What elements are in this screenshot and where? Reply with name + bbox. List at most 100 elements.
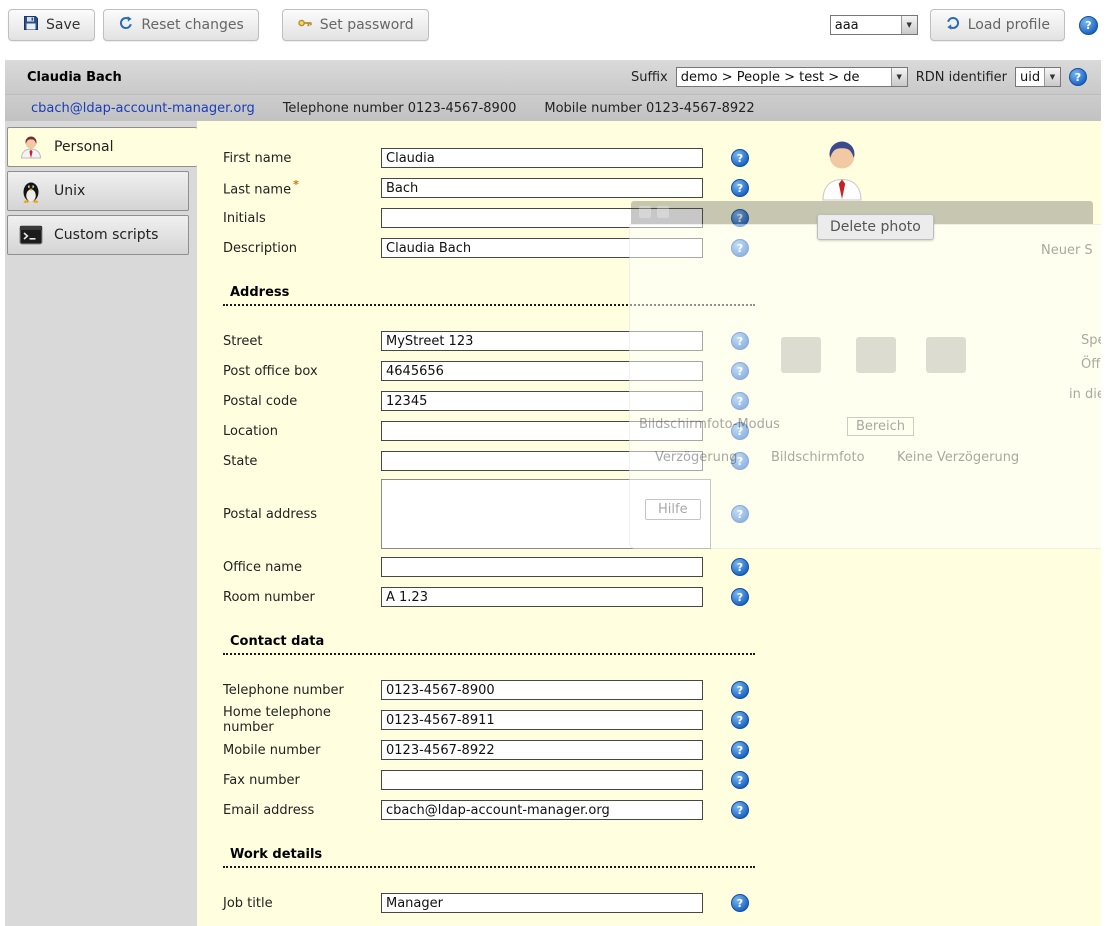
- home-telephone-input[interactable]: [381, 710, 703, 730]
- help-icon[interactable]: ?: [731, 209, 749, 227]
- load-profile-label: Load profile: [968, 17, 1050, 33]
- profile-select[interactable]: aaa ▼: [830, 15, 918, 35]
- initials-input[interactable]: [381, 208, 703, 228]
- help-icon[interactable]: ?: [731, 771, 749, 789]
- field-label: Location: [223, 424, 381, 439]
- rdn-select-value: uid: [1016, 68, 1044, 86]
- email-link[interactable]: cbach@ldap-account-manager.org: [31, 101, 255, 116]
- suffix-label: Suffix: [631, 70, 668, 85]
- state-input[interactable]: [381, 451, 703, 471]
- help-icon[interactable]: ?: [1079, 16, 1098, 35]
- first-name-input[interactable]: [381, 148, 703, 168]
- field-row: Fax number ?: [223, 765, 1101, 795]
- key-icon: [297, 15, 313, 35]
- section-header-contact: Contact data: [223, 634, 755, 655]
- help-icon[interactable]: ?: [731, 588, 749, 606]
- field-row: Telephone number ?: [223, 675, 1101, 705]
- required-marker: *: [293, 178, 299, 191]
- help-icon[interactable]: ?: [1069, 68, 1087, 86]
- help-icon[interactable]: ?: [731, 894, 749, 912]
- field-label: Room number: [223, 590, 381, 605]
- chevron-down-icon: ▼: [901, 16, 917, 34]
- chevron-down-icon: ▼: [891, 68, 907, 86]
- tab-personal[interactable]: Personal: [7, 127, 197, 167]
- rdn-select[interactable]: uid ▼: [1015, 67, 1061, 87]
- help-icon[interactable]: ?: [731, 558, 749, 576]
- main-area: Personal Unix Custom scripts First name: [5, 121, 1101, 926]
- profile-select-value: aaa: [831, 16, 901, 34]
- location-input[interactable]: [381, 421, 703, 441]
- tab-label: Unix: [54, 183, 85, 199]
- suffix-select[interactable]: demo > People > test > de ▼: [676, 67, 908, 87]
- help-icon[interactable]: ?: [731, 741, 749, 759]
- field-label: Job title: [223, 896, 381, 911]
- postal-address-textarea[interactable]: [381, 479, 711, 549]
- load-profile-icon: [945, 15, 961, 35]
- last-name-input[interactable]: [381, 178, 703, 198]
- help-icon[interactable]: ?: [731, 149, 749, 167]
- help-icon[interactable]: ?: [731, 179, 749, 197]
- field-row: Job title ?: [223, 888, 1101, 918]
- description-input[interactable]: [381, 238, 703, 258]
- room-number-input[interactable]: [381, 587, 703, 607]
- account-header: Claudia Bach Suffix demo > People > test…: [5, 60, 1101, 121]
- field-label: Office name: [223, 560, 381, 575]
- help-icon[interactable]: ?: [731, 505, 749, 523]
- job-title-input[interactable]: [381, 893, 703, 913]
- field-label: Street: [223, 334, 381, 349]
- help-icon[interactable]: ?: [731, 422, 749, 440]
- field-label: Description: [223, 241, 381, 256]
- save-icon: [23, 15, 39, 35]
- mobile-number-input[interactable]: [381, 740, 703, 760]
- help-icon[interactable]: ?: [731, 362, 749, 380]
- field-row: Postal address ?: [223, 476, 1101, 552]
- save-button[interactable]: Save: [8, 9, 95, 41]
- load-profile-button[interactable]: Load profile: [930, 9, 1065, 41]
- rdn-label: RDN identifier: [916, 70, 1007, 85]
- field-row: Street ?: [223, 326, 1101, 356]
- street-input[interactable]: [381, 331, 703, 351]
- delete-photo-button[interactable]: Delete photo: [817, 214, 934, 240]
- post-office-box-input[interactable]: [381, 361, 703, 381]
- suffix-select-value: demo > People > test > de: [677, 68, 891, 86]
- field-label: Initials: [223, 211, 381, 226]
- help-icon[interactable]: ?: [731, 239, 749, 257]
- user-photo: [819, 139, 865, 205]
- reset-changes-button[interactable]: Reset changes: [103, 9, 258, 41]
- chevron-down-icon: ▼: [1044, 68, 1060, 86]
- telephone-number-input[interactable]: [381, 680, 703, 700]
- tab-unix[interactable]: Unix: [7, 171, 189, 211]
- help-icon[interactable]: ?: [731, 711, 749, 729]
- fax-number-input[interactable]: [381, 770, 703, 790]
- tab-custom-scripts[interactable]: Custom scripts: [7, 215, 189, 255]
- field-row: Location ?: [223, 416, 1101, 446]
- help-icon[interactable]: ?: [731, 332, 749, 350]
- field-label: Post office box: [223, 364, 381, 379]
- field-row: Home telephone number ?: [223, 705, 1101, 735]
- help-icon[interactable]: ?: [731, 452, 749, 470]
- account-header-row1: Claudia Bach Suffix demo > People > test…: [5, 60, 1101, 95]
- field-label: Last name*: [223, 178, 381, 197]
- field-row: State ?: [223, 446, 1101, 476]
- field-label: Fax number: [223, 773, 381, 788]
- field-label: State: [223, 454, 381, 469]
- account-page: Claudia Bach Suffix demo > People > test…: [5, 60, 1101, 926]
- field-label: Home telephone number: [223, 705, 381, 735]
- postal-code-input[interactable]: [381, 391, 703, 411]
- sidebar: Personal Unix Custom scripts: [5, 121, 197, 926]
- tux-penguin-icon: [17, 178, 44, 205]
- help-icon[interactable]: ?: [731, 801, 749, 819]
- save-label: Save: [46, 17, 80, 33]
- set-password-button[interactable]: Set password: [282, 9, 429, 41]
- help-icon[interactable]: ?: [731, 392, 749, 410]
- field-label: Postal address: [223, 507, 381, 522]
- help-icon[interactable]: ?: [731, 681, 749, 699]
- header-phone: Telephone number 0123-4567-8900: [283, 101, 517, 116]
- field-row: Mobile number ?: [223, 735, 1101, 765]
- field-label: Email address: [223, 803, 381, 818]
- office-name-input[interactable]: [381, 557, 703, 577]
- section-header-work: Work details: [223, 847, 755, 868]
- email-address-input[interactable]: [381, 800, 703, 820]
- page-title: Claudia Bach: [5, 70, 122, 85]
- field-row: Postal code ?: [223, 386, 1101, 416]
